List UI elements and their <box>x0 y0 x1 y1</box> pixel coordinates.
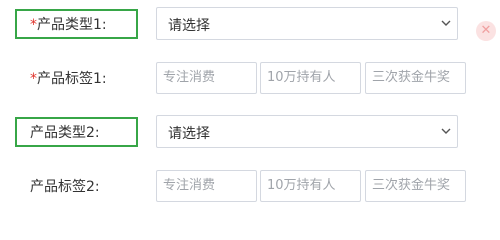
label-text: 产品类型1: <box>37 17 107 33</box>
select-value: 请选择 <box>168 126 210 142</box>
tag-input-1[interactable]: 专注消费 <box>156 170 257 202</box>
required-mark: * <box>30 17 37 33</box>
row-product-type-1: *产品类型1: 请选择 ✕ <box>0 4 500 44</box>
tag-input-2[interactable]: 10万持有人 <box>260 170 361 202</box>
tag-input-1[interactable]: 专注消费 <box>156 62 257 94</box>
row-product-type-2: 产品类型2: 请选择 <box>0 112 500 152</box>
product-type-1-select[interactable]: 请选择 <box>156 7 458 40</box>
chevron-down-icon <box>441 20 451 26</box>
label-product-tag-2: 产品标签2: <box>30 176 100 196</box>
product-form: *产品类型1: 请选择 ✕ *产品标签1: 专注消费 10万持有人 三次获金牛奖… <box>0 0 500 218</box>
chevron-down-icon <box>441 128 451 134</box>
product-type-2-select[interactable]: 请选择 <box>156 115 458 148</box>
row-product-tag-2: 产品标签2: 专注消费 10万持有人 三次获金牛奖 <box>0 166 500 206</box>
label-text: 产品类型2: <box>30 125 100 141</box>
label-text: 产品标签2: <box>30 179 100 195</box>
label-product-type-2: 产品类型2: <box>30 122 100 142</box>
required-mark: * <box>30 71 37 87</box>
tag-input-3[interactable]: 三次获金牛奖 <box>365 62 466 94</box>
tag-input-3[interactable]: 三次获金牛奖 <box>365 170 466 202</box>
tag-input-2[interactable]: 10万持有人 <box>260 62 361 94</box>
label-product-type-1: *产品类型1: <box>30 14 107 34</box>
close-icon[interactable]: ✕ <box>476 21 496 41</box>
label-text: 产品标签1: <box>37 71 107 87</box>
label-product-tag-1: *产品标签1: <box>30 68 107 88</box>
select-value: 请选择 <box>168 18 210 34</box>
row-product-tag-1: *产品标签1: 专注消费 10万持有人 三次获金牛奖 <box>0 58 500 98</box>
